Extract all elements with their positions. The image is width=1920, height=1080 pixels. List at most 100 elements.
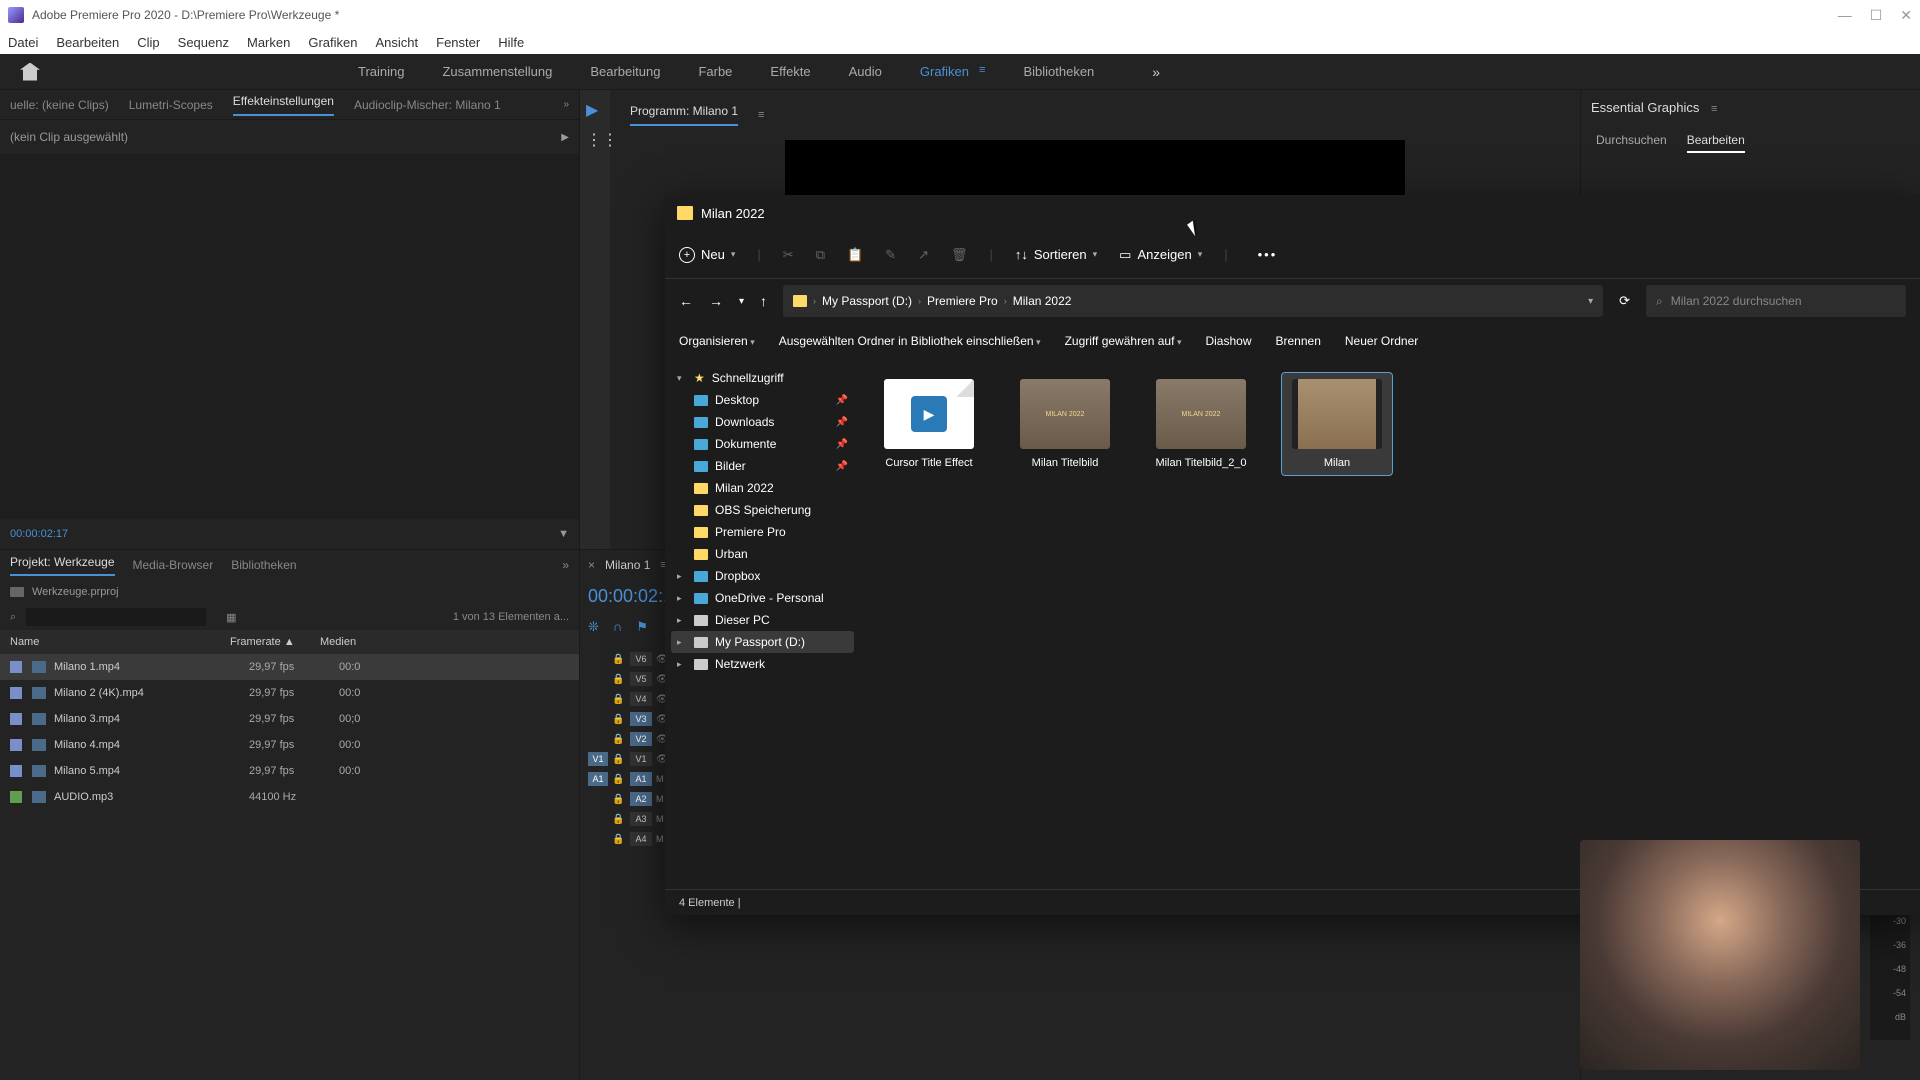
menu-bearbeiten[interactable]: Bearbeiten <box>56 35 119 50</box>
menu-hilfe[interactable]: Hilfe <box>498 35 524 50</box>
program-tab[interactable]: Programm: Milano 1 <box>630 104 738 126</box>
lock-icon[interactable]: 🔒 <box>612 794 626 805</box>
up-button[interactable]: ↑ <box>760 293 767 309</box>
file-item[interactable]: Milan <box>1282 373 1392 475</box>
tree-pinned-item[interactable]: Bilder📌 <box>671 455 854 477</box>
explorer-command[interactable]: Diashow <box>1205 334 1251 348</box>
history-dropdown-icon[interactable]: ▾ <box>1588 296 1593 307</box>
project-tab[interactable]: Media-Browser <box>133 558 214 572</box>
panel-overflow-icon[interactable]: » <box>563 99 569 110</box>
workspace-tab[interactable]: Training <box>358 64 404 79</box>
tree-drive[interactable]: ▸My Passport (D:) <box>671 631 854 653</box>
project-item[interactable]: AUDIO.mp344100 Hz <box>0 784 579 810</box>
tree-folder-item[interactable]: Urban <box>671 543 854 565</box>
settings-icon[interactable]: ⚑ <box>636 619 648 635</box>
lock-icon[interactable]: 🔒 <box>612 694 626 705</box>
filter-icon[interactable]: ▼ <box>558 528 569 540</box>
tree-network[interactable]: ▸Netzwerk <box>671 653 854 675</box>
delete-icon[interactable]: 🗑 <box>951 247 968 263</box>
lock-icon[interactable]: 🔒 <box>612 814 626 825</box>
recent-dropdown[interactable]: ▾ <box>739 296 744 307</box>
workspace-menu-icon[interactable]: ≡ <box>979 64 985 79</box>
sort-button[interactable]: ↑↓ Sortieren ▾ <box>1015 247 1097 262</box>
view-button[interactable]: ▭ Anzeigen ▾ <box>1119 247 1202 263</box>
file-explorer-window[interactable]: Milan 2022 + Neu ▾ | ✂ ⧉ 📋 ✎ ↗ 🗑 | ↑↓ So… <box>665 195 1920 915</box>
lock-icon[interactable]: 🔒 <box>612 754 626 765</box>
source-patch[interactable] <box>588 797 608 801</box>
address-bar[interactable]: › My Passport (D:) › Premiere Pro › Mila… <box>783 285 1603 317</box>
eg-tab[interactable]: Durchsuchen <box>1596 133 1667 153</box>
workspace-tab[interactable]: Bearbeitung <box>590 64 660 79</box>
panel-overflow-icon[interactable]: » <box>562 558 569 572</box>
lock-icon[interactable]: 🔒 <box>612 674 626 685</box>
project-item[interactable]: Milano 3.mp429,97 fps00;0 <box>0 706 579 732</box>
tree-pinned-item[interactable]: Desktop📌 <box>671 389 854 411</box>
track-target[interactable]: V1 <box>630 752 652 766</box>
lock-icon[interactable]: 🔒 <box>612 654 626 665</box>
source-patch[interactable] <box>588 737 608 741</box>
menu-datei[interactable]: Datei <box>8 35 38 50</box>
col-media[interactable]: Medien <box>320 636 356 648</box>
marker-icon[interactable]: ∩ <box>613 619 622 635</box>
track-target[interactable]: V6 <box>630 652 652 666</box>
workspace-tab[interactable]: Effekte <box>770 64 810 79</box>
col-framerate[interactable]: Framerate ▲ <box>230 636 320 648</box>
explorer-search[interactable]: ⌕ Milan 2022 durchsuchen <box>1646 285 1906 317</box>
workspace-tab[interactable]: Zusammenstellung <box>442 64 552 79</box>
tree-pinned-item[interactable]: Downloads📌 <box>671 411 854 433</box>
forward-button[interactable]: → <box>709 293 723 309</box>
menu-sequenz[interactable]: Sequenz <box>178 35 229 50</box>
explorer-command[interactable]: Ausgewählten Ordner in Bibliothek einsch… <box>779 334 1041 348</box>
source-patch[interactable] <box>588 657 608 661</box>
panel-menu-icon[interactable]: ≡ <box>758 109 764 121</box>
source-patch[interactable] <box>588 697 608 701</box>
explorer-command[interactable]: Brennen <box>1276 334 1321 348</box>
search-icon[interactable]: ⌕ <box>10 611 16 624</box>
minimize-button[interactable]: — <box>1838 7 1852 24</box>
path-segment[interactable]: Milan 2022 <box>1013 294 1072 308</box>
back-button[interactable]: ← <box>679 293 693 309</box>
tree-folder-item[interactable]: Premiere Pro <box>671 521 854 543</box>
file-item[interactable]: MILAN 2022Milan Titelbild <box>1010 373 1120 475</box>
tree-folder-item[interactable]: Milan 2022 <box>671 477 854 499</box>
project-item[interactable]: Milano 4.mp429,97 fps00:0 <box>0 732 579 758</box>
source-tab[interactable]: uelle: (keine Clips) <box>10 98 109 112</box>
cut-icon[interactable]: ✂ <box>783 247 794 263</box>
track-target[interactable]: V5 <box>630 672 652 686</box>
close-sequence-icon[interactable]: × <box>588 558 595 572</box>
source-patch[interactable] <box>588 717 608 721</box>
track-target[interactable]: A2 <box>630 792 652 806</box>
tree-pinned-item[interactable]: Dokumente📌 <box>671 433 854 455</box>
workspace-tab[interactable]: Grafiken <box>920 64 969 79</box>
menu-clip[interactable]: Clip <box>137 35 159 50</box>
source-patch[interactable] <box>588 837 608 841</box>
expand-icon[interactable]: ▶ <box>561 132 569 143</box>
menu-grafiken[interactable]: Grafiken <box>308 35 357 50</box>
source-tab[interactable]: Audioclip-Mischer: Milano 1 <box>354 98 501 112</box>
new-button[interactable]: + Neu ▾ <box>679 247 735 263</box>
track-target[interactable]: A3 <box>630 812 652 826</box>
lock-icon[interactable]: 🔒 <box>612 734 626 745</box>
sequence-tab[interactable]: Milano 1 <box>605 558 650 572</box>
track-target[interactable]: V3 <box>630 712 652 726</box>
track-target[interactable]: A1 <box>630 772 652 786</box>
rename-icon[interactable]: ✎ <box>885 247 896 263</box>
track-target[interactable]: V4 <box>630 692 652 706</box>
workspace-tab[interactable]: Farbe <box>698 64 732 79</box>
source-patch[interactable]: V1 <box>588 752 608 766</box>
project-item[interactable]: Milano 1.mp429,97 fps00:0 <box>0 654 579 680</box>
snap-icon[interactable]: ❊ <box>588 619 599 635</box>
lock-icon[interactable]: 🔒 <box>612 714 626 725</box>
selection-tool-icon[interactable]: ▶ <box>586 100 604 118</box>
file-item[interactable]: MILAN 2022Milan Titelbild_2_0 <box>1146 373 1256 475</box>
track-target[interactable]: V2 <box>630 732 652 746</box>
menu-marken[interactable]: Marken <box>247 35 290 50</box>
tree-dropbox[interactable]: ▸Dropbox <box>671 565 854 587</box>
source-patch[interactable]: A1 <box>588 772 608 786</box>
source-timecode[interactable]: 00:00:02:17 <box>10 528 68 540</box>
source-tab[interactable]: Lumetri-Scopes <box>129 98 213 112</box>
project-search-input[interactable] <box>26 608 206 626</box>
explorer-command[interactable]: Neuer Ordner <box>1345 334 1418 348</box>
close-button[interactable]: ✕ <box>1900 7 1912 24</box>
explorer-command[interactable]: Organisieren <box>679 334 755 348</box>
